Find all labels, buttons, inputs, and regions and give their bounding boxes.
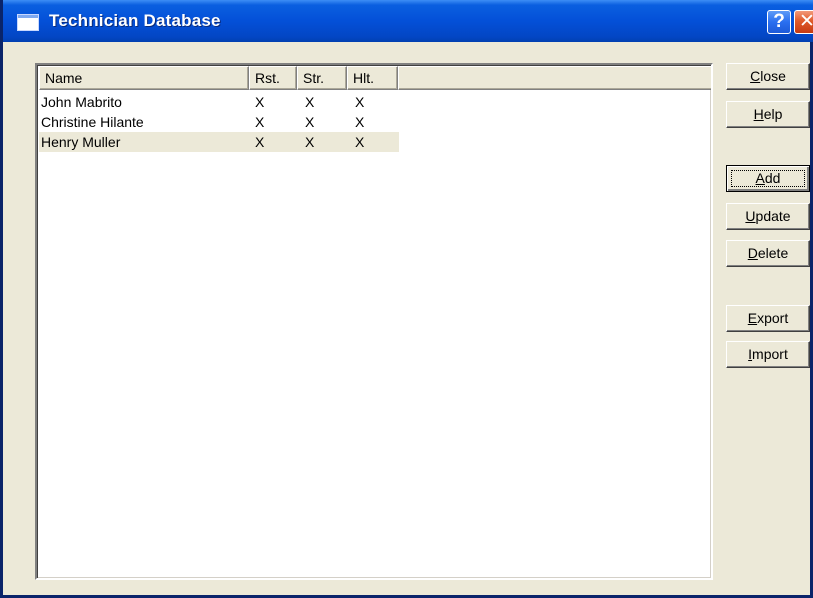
- export-button[interactable]: Export: [726, 305, 810, 332]
- column-header-hlt[interactable]: Hlt.: [347, 66, 398, 90]
- help-button-mnemonic: H: [753, 106, 764, 122]
- cell-rst: X: [255, 114, 265, 130]
- update-button-mnemonic: U: [745, 208, 756, 224]
- cell-rst: X: [255, 134, 265, 150]
- list-header: Name Rst. Str. Hlt.: [39, 66, 711, 90]
- export-button-mnemonic: E: [747, 310, 758, 326]
- close-button-label: lose: [760, 68, 786, 84]
- cell-rst: X: [255, 94, 265, 110]
- cell-hlt: X: [355, 134, 365, 150]
- cell-name: Christine Hilante: [41, 114, 144, 130]
- help-button[interactable]: Help: [726, 101, 810, 128]
- column-header-rst[interactable]: Rst.: [249, 66, 297, 90]
- add-button-mnemonic: A: [755, 170, 765, 186]
- delete-button-label: elete: [757, 245, 789, 261]
- column-header-name[interactable]: Name: [39, 66, 249, 90]
- cell-hlt: X: [355, 114, 365, 130]
- window-title: Technician Database: [49, 11, 221, 30]
- close-button[interactable]: Close: [726, 63, 810, 90]
- import-button[interactable]: Import: [726, 341, 810, 368]
- help-button-label: elp: [763, 106, 783, 122]
- technician-list[interactable]: Name Rst. Str. Hlt. John Mabrito X X X C…: [35, 63, 713, 580]
- cell-str: X: [305, 94, 315, 110]
- cell-str: X: [305, 114, 315, 130]
- close-icon[interactable]: ✕: [794, 10, 813, 34]
- delete-button[interactable]: Delete: [726, 240, 810, 267]
- delete-button-mnemonic: D: [747, 245, 758, 261]
- table-row[interactable]: Christine Hilante X X X: [39, 112, 399, 132]
- cell-name: Henry Muller: [41, 134, 121, 150]
- cell-hlt: X: [355, 94, 365, 110]
- window-app-icon: [17, 14, 39, 31]
- table-row[interactable]: John Mabrito X X X: [39, 92, 399, 112]
- export-button-label: xport: [757, 310, 789, 326]
- technician-database-window: Technician Database ? ✕ Name Rst. Str. H…: [0, 0, 813, 598]
- column-header-filler: [398, 66, 711, 90]
- cell-name: John Mabrito: [41, 94, 122, 110]
- cell-str: X: [305, 134, 315, 150]
- column-header-str[interactable]: Str.: [297, 66, 347, 90]
- update-button-label: pdate: [755, 208, 791, 224]
- add-button-label: dd: [764, 170, 781, 186]
- add-button[interactable]: Add: [726, 165, 810, 192]
- update-button[interactable]: Update: [726, 203, 810, 230]
- close-button-mnemonic: C: [750, 68, 761, 84]
- table-row-selected[interactable]: Henry Muller X X X: [39, 132, 399, 152]
- help-icon[interactable]: ?: [767, 10, 791, 34]
- title-bar[interactable]: Technician Database ? ✕: [3, 0, 813, 42]
- import-button-label: mport: [752, 346, 788, 362]
